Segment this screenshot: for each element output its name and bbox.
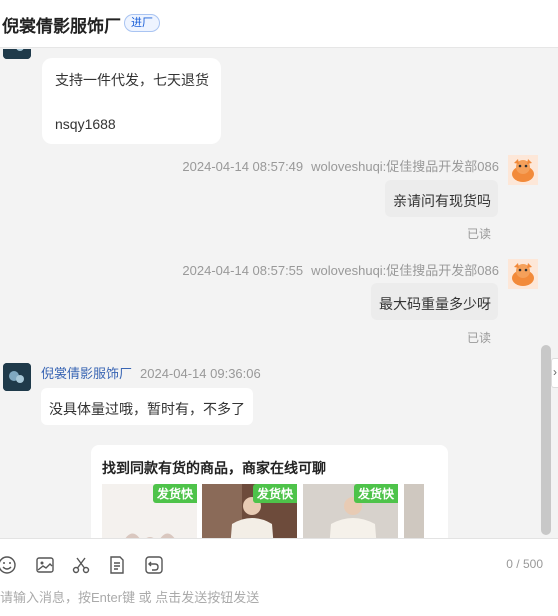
message-time: 2024-04-14 08:57:55 [182, 263, 304, 278]
undo-icon[interactable] [144, 555, 164, 575]
message-input[interactable] [0, 585, 540, 609]
message-meta: 2024-04-14 08:57:55 woloveshuqi:促佳搜品开发部08… [182, 260, 499, 279]
shop-message-bubble: 支持一件代发，七天退货 nsqy1688 [42, 58, 221, 144]
product-recommendation-card[interactable]: 找到同款有货的商品，商家在线可聊 发货快 发货快 发货快 [91, 445, 448, 538]
message-sender-link[interactable]: 倪裳倩影服饰厂 2024-04-14 09:36:06 [41, 363, 261, 382]
shop-name-title: 倪裳倩影服饰厂 [2, 17, 121, 36]
shop-message-bubble: 没具体量过哦，暂时有，不多了 [41, 388, 253, 425]
emoji-icon[interactable] [0, 555, 17, 575]
product-thumbnail[interactable]: 发货快 [202, 484, 297, 538]
message-sender[interactable]: 倪裳倩影服饰厂 [41, 366, 132, 381]
message-composer: 0 / 500 [0, 538, 558, 616]
side-panel-toggle[interactable]: › [551, 358, 558, 388]
message-list[interactable]: 支持一件代发，七天退货 nsqy1688 2024-04-14 08:57:49… [0, 49, 558, 538]
char-counter: 0 / 500 [506, 557, 543, 571]
read-status: 已读 [467, 227, 492, 241]
product-thumbnail[interactable] [404, 484, 424, 538]
shop-logo-icon [3, 49, 31, 59]
shop-avatar [3, 49, 31, 59]
message-time: 2024-04-14 09:36:06 [140, 366, 261, 381]
fast-shipping-badge: 发货快 [252, 484, 297, 503]
user-avatar-icon [508, 155, 538, 185]
image-icon[interactable] [35, 555, 55, 575]
chat-scrollbar-thumb[interactable] [541, 345, 551, 535]
order-icon[interactable] [107, 555, 127, 575]
enter-shop-button[interactable]: 进厂 [124, 14, 160, 32]
shop-avatar [3, 363, 31, 391]
card-title: 找到同款有货的商品，商家在线可聊 [102, 460, 326, 476]
message-sender: woloveshuqi:促佳搜品开发部086 [311, 159, 499, 174]
message-time: 2024-04-14 08:57:49 [182, 159, 304, 174]
chevron-right-icon: › [553, 365, 557, 379]
product-thumbnail[interactable]: 发货快 [102, 484, 197, 538]
shop-logo-icon [3, 363, 31, 391]
chat-header: 倪裳倩影服饰厂 进厂 [0, 0, 558, 48]
product-image [404, 484, 424, 538]
message-meta: 2024-04-14 08:57:49 woloveshuqi:促佳搜品开发部08… [182, 156, 499, 175]
user-avatar [508, 155, 538, 185]
message-text: 最大码重量多少呀 [379, 296, 491, 312]
user-avatar [508, 259, 538, 289]
read-status: 已读 [467, 331, 492, 345]
product-thumbnail[interactable]: 发货快 [303, 484, 398, 538]
message-text-line: 支持一件代发，七天退货 [55, 72, 209, 88]
message-text: 没具体量过哦，暂时有，不多了 [49, 401, 245, 417]
message-text: 亲请问有现货吗 [393, 193, 491, 209]
user-message-bubble: 最大码重量多少呀 [371, 283, 498, 320]
fast-shipping-badge: 发货快 [152, 484, 197, 503]
scissors-icon[interactable] [71, 555, 91, 575]
message-text-line: nsqy1688 [55, 116, 116, 132]
user-message-bubble: 亲请问有现货吗 [385, 180, 498, 217]
user-avatar-icon [508, 259, 538, 289]
fast-shipping-badge: 发货快 [353, 484, 398, 503]
message-sender: woloveshuqi:促佳搜品开发部086 [311, 263, 499, 278]
